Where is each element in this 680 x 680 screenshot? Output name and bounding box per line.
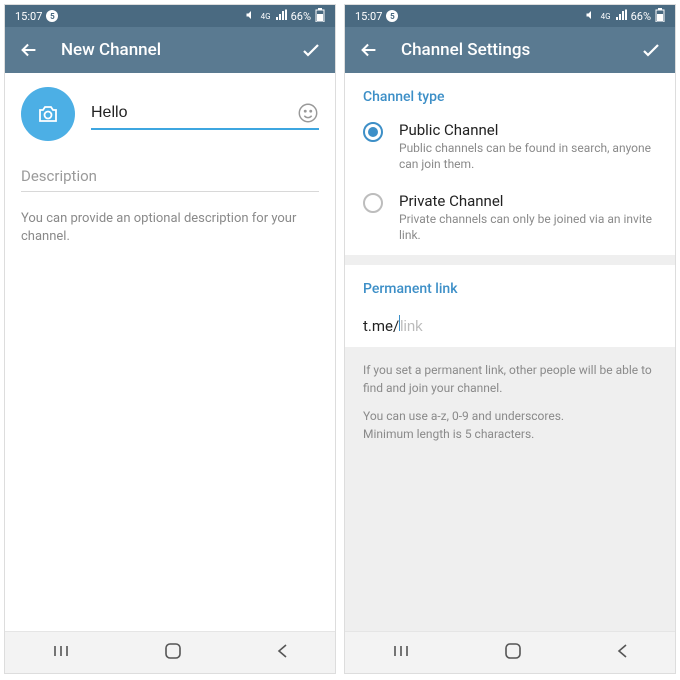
camera-icon (36, 102, 60, 126)
info-text: If you set a permanent link, other peopl… (363, 361, 657, 397)
recent-apps-icon[interactable] (51, 643, 71, 662)
option-subtitle: Public channels can be found in search, … (399, 141, 657, 172)
emoji-icon[interactable] (297, 102, 319, 124)
app-bar: New Channel (5, 27, 335, 73)
permanent-link-header: Permanent link (345, 265, 675, 305)
battery-icon (315, 8, 325, 25)
status-time: 15:07 (15, 10, 42, 23)
home-icon[interactable] (504, 642, 522, 664)
page-title: New Channel (61, 40, 299, 60)
confirm-icon[interactable] (639, 38, 663, 62)
notification-badge: 5 (386, 10, 398, 22)
option-title: Private Channel (399, 192, 657, 210)
link-prefix: t.me/ (363, 317, 399, 335)
network-icon: 4G (601, 12, 611, 21)
radio-icon (363, 122, 383, 142)
permanent-link-field[interactable]: t.me/ (345, 305, 675, 347)
description-field[interactable]: Description (21, 167, 319, 192)
info-text: Minimum length is 5 characters. (363, 427, 534, 441)
screen-channel-settings: 15:07 5 4G 66% Channel Settings Cha (344, 4, 676, 674)
status-bar: 15:07 5 4G 66% (345, 5, 675, 27)
back-icon[interactable] (17, 38, 41, 62)
back-icon[interactable] (357, 38, 381, 62)
battery-icon (655, 8, 665, 25)
home-icon[interactable] (164, 642, 182, 664)
back-nav-icon[interactable] (615, 643, 629, 663)
description-hint: You can provide an optional description … (5, 200, 335, 246)
page-title: Channel Settings (401, 40, 639, 60)
signal-icon (615, 9, 627, 24)
status-bar: 15:07 5 4G 66% (5, 5, 335, 27)
option-private-channel[interactable]: Private Channel Private channels can onl… (345, 184, 675, 255)
app-bar: Channel Settings (345, 27, 675, 73)
notification-badge: 5 (46, 10, 58, 22)
mute-icon (245, 9, 257, 24)
screen-new-channel: 15:07 5 4G 66% New Channel (4, 4, 336, 674)
network-icon: 4G (261, 12, 271, 21)
set-photo-button[interactable] (21, 87, 75, 141)
radio-icon (363, 193, 383, 213)
signal-icon (275, 9, 287, 24)
android-navbar (345, 631, 675, 673)
confirm-icon[interactable] (299, 38, 323, 62)
option-subtitle: Private channels can only be joined via … (399, 212, 657, 243)
recent-apps-icon[interactable] (391, 643, 411, 662)
battery-text: 66% (291, 10, 311, 23)
status-time: 15:07 (355, 10, 382, 23)
mute-icon (585, 9, 597, 24)
option-public-channel[interactable]: Public Channel Public channels can be fo… (345, 113, 675, 184)
option-title: Public Channel (399, 121, 657, 139)
battery-text: 66% (631, 10, 651, 23)
channel-name-input[interactable] (91, 98, 319, 130)
android-navbar (5, 631, 335, 673)
content-area: Description You can provide an optional … (5, 73, 335, 631)
info-text: You can use a-z, 0-9 and underscores. (363, 409, 564, 423)
link-input[interactable] (400, 318, 657, 335)
back-nav-icon[interactable] (275, 643, 289, 663)
channel-type-header: Channel type (345, 73, 675, 113)
link-info: If you set a permanent link, other peopl… (345, 347, 675, 457)
content-area: Channel type Public Channel Public chann… (345, 73, 675, 631)
section-divider (345, 255, 675, 265)
